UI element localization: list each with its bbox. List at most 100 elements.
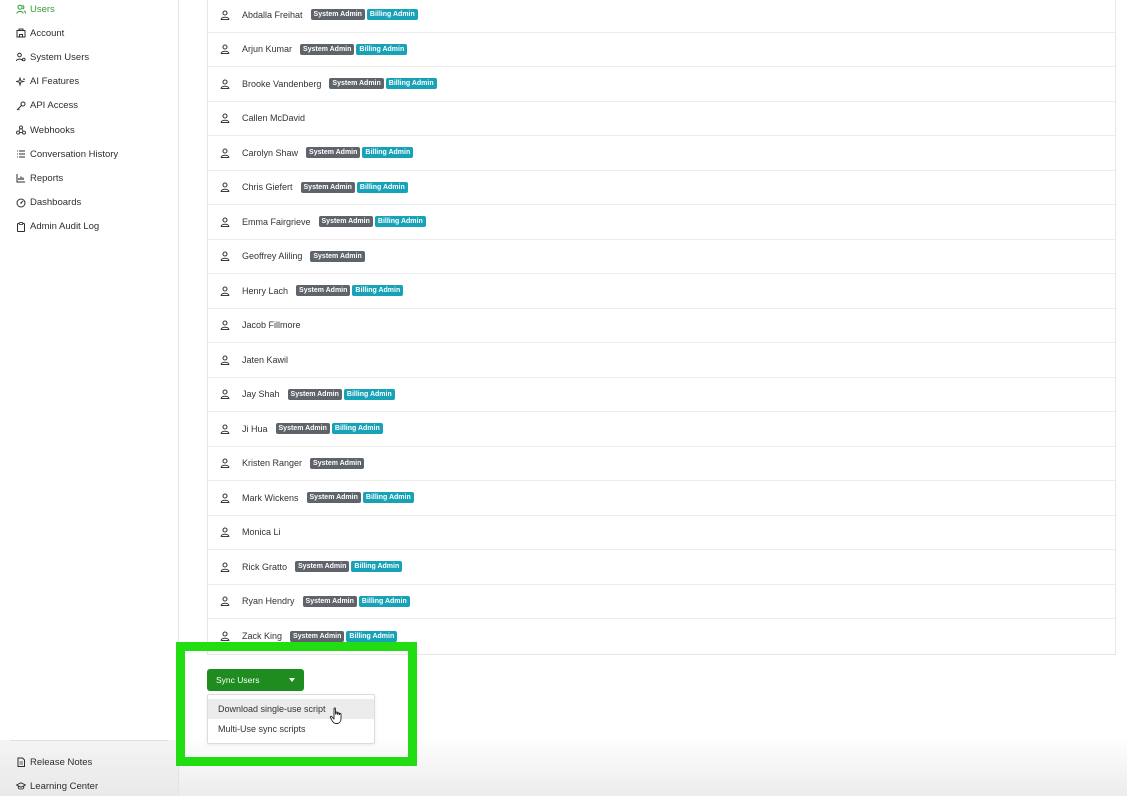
person-icon — [220, 182, 230, 193]
billing-admin-badge: Billing Admin — [385, 78, 437, 90]
sidebar-item-label: AI Features — [30, 76, 80, 88]
list-icon — [16, 149, 26, 159]
system-admin-badge: System Admin — [296, 285, 351, 297]
person-icon — [220, 493, 230, 503]
user-row[interactable]: Rick Gratto System Admin Billing Admin — [208, 550, 1115, 585]
webhook-icon — [16, 125, 26, 135]
user-name: Jaten Kawil — [242, 354, 289, 365]
users-icon — [16, 4, 26, 14]
sidebar-item-label: Conversation History — [30, 148, 119, 160]
user-row[interactable]: Jay Shah System Admin Billing Admin — [208, 378, 1115, 412]
chevron-down-icon[interactable] — [289, 678, 295, 682]
system-admin-badge: System Admin — [295, 561, 350, 573]
system-admin-badge: System Admin — [310, 9, 365, 21]
user-name: Mark Wickens — [242, 492, 299, 503]
sidebar-nav: Users Account System Users AI Features API A… — [0, 0, 178, 239]
sidebar-item-label: Account — [30, 27, 65, 39]
user-row[interactable]: Geoffrey Aliling System Admin — [208, 240, 1115, 274]
billing-admin-badge: Billing Admin — [331, 423, 383, 435]
user-row[interactable]: Brooke Vandenberg System Admin Billing Adm… — [208, 67, 1115, 102]
user-row[interactable]: Ryan Hendry System Admin Billing Admin — [208, 585, 1115, 619]
billing-admin-badge: Billing Admin — [358, 595, 410, 607]
system-admin-badge: System Admin — [318, 216, 373, 228]
billing-admin-badge: Billing Admin — [366, 9, 418, 21]
user-row[interactable]: Carolyn Shaw System Admin Billing Admin — [208, 136, 1115, 171]
user-name: Callen McDavid — [242, 113, 306, 124]
sparkles-icon — [16, 76, 26, 87]
user-name: Chris Giefert — [242, 182, 293, 193]
user-name: Geoffrey Aliling — [242, 251, 303, 262]
person-icon — [220, 251, 230, 262]
user-name: Arjun Kumar — [242, 44, 293, 55]
sidebar-item-label: Release Notes — [30, 756, 93, 768]
user-row[interactable]: Callen McDavid — [208, 102, 1115, 136]
billing-admin-badge: Billing Admin — [356, 181, 408, 193]
key-icon — [16, 101, 26, 111]
sidebar-item-webhooks[interactable]: Webhooks — [0, 118, 178, 142]
sync-dropdown-menu: Download single-use script Multi-Use sync… — [207, 694, 375, 744]
system-admin-badge: System Admin — [300, 181, 355, 193]
person-icon — [220, 389, 230, 400]
user-name: Jacob Fillmore — [242, 320, 301, 331]
sidebar-item-ai-features[interactable]: AI Features — [0, 70, 178, 94]
user-name: Brooke Vandenberg — [242, 78, 322, 89]
user-row[interactable]: Jacob Fillmore — [208, 309, 1115, 343]
user-row[interactable]: Kristen Ranger System Admin — [208, 447, 1115, 481]
billing-admin-badge: Billing Admin — [362, 492, 414, 504]
person-icon — [220, 596, 230, 607]
person-icon — [220, 148, 230, 158]
system-admin-badge: System Admin — [300, 43, 355, 55]
person-icon — [220, 79, 230, 89]
user-row[interactable]: Henry Lach System Admin Billing Admin — [208, 274, 1115, 309]
document-icon — [16, 757, 26, 767]
sidebar-item-account[interactable]: Account — [0, 21, 178, 45]
user-row[interactable]: Mark Wickens System Admin Billing Admin — [208, 481, 1115, 516]
user-name: Ji Hua — [242, 423, 268, 434]
user-row[interactable]: Arjun Kumar System Admin Billing Admin — [208, 33, 1115, 67]
sidebar-item-label: Learning Center — [30, 780, 99, 792]
graduation-cap-icon — [16, 781, 26, 791]
menu-item-download-single-use-script[interactable]: Download single-use script — [208, 699, 374, 719]
clipboard-icon — [16, 221, 26, 232]
building-icon — [16, 28, 26, 38]
user-name: Emma Fairgrieve — [242, 216, 311, 227]
sidebar-footer-divider — [10, 740, 168, 741]
user-name: Zack King — [242, 631, 283, 642]
billing-admin-badge: Billing Admin — [356, 43, 408, 55]
sidebar-item-release-notes[interactable]: Release Notes — [0, 750, 178, 774]
sync-users-button[interactable]: Sync Users — [207, 669, 304, 691]
sidebar-item-reports[interactable]: Reports — [0, 166, 178, 190]
person-icon — [220, 424, 230, 434]
user-row[interactable]: Ji Hua System Admin Billing Admin — [208, 412, 1115, 447]
user-name: Jay Shah — [242, 389, 280, 400]
sidebar-item-label: API Access — [30, 100, 79, 112]
sidebar-item-users[interactable]: Users — [0, 0, 178, 21]
sidebar-item-system-users[interactable]: System Users — [0, 45, 178, 69]
user-row[interactable]: Jaten Kawil — [208, 343, 1115, 378]
sidebar-item-admin-audit-log[interactable]: Admin Audit Log — [0, 215, 178, 239]
person-icon — [220, 217, 230, 227]
sidebar-item-label: Dashboards — [30, 197, 82, 209]
user-name: Monica Li — [242, 527, 281, 538]
sidebar-item-dashboards[interactable]: Dashboards — [0, 191, 178, 215]
sidebar-item-api-access[interactable]: API Access — [0, 94, 178, 118]
users-gear-icon — [16, 52, 26, 62]
system-admin-badge: System Admin — [310, 457, 365, 469]
system-admin-badge: System Admin — [302, 595, 357, 607]
menu-item-multi-use-sync-scripts[interactable]: Multi-Use sync scripts — [208, 719, 374, 739]
system-admin-badge: System Admin — [290, 630, 345, 642]
person-icon — [220, 113, 230, 124]
user-row[interactable]: Zack King System Admin Billing Admin — [208, 619, 1115, 654]
billing-admin-badge: Billing Admin — [351, 561, 403, 573]
person-icon — [220, 458, 230, 469]
user-row[interactable]: Chris Giefert System Admin Billing Admin — [208, 171, 1115, 205]
person-icon — [220, 44, 230, 55]
user-row[interactable]: Abdalla Freihat System Admin Billing Admin — [208, 0, 1115, 33]
sidebar-item-label: Reports — [30, 172, 64, 184]
sidebar-item-learning-center[interactable]: Learning Center — [0, 774, 178, 796]
user-row[interactable]: Monica Li — [208, 516, 1115, 550]
user-row[interactable]: Emma Fairgrieve System Admin Billing Admin — [208, 205, 1115, 240]
billing-admin-badge: Billing Admin — [343, 388, 395, 400]
sidebar-item-conversation-history[interactable]: Conversation History — [0, 142, 178, 166]
user-name: Ryan Hendry — [242, 596, 295, 607]
